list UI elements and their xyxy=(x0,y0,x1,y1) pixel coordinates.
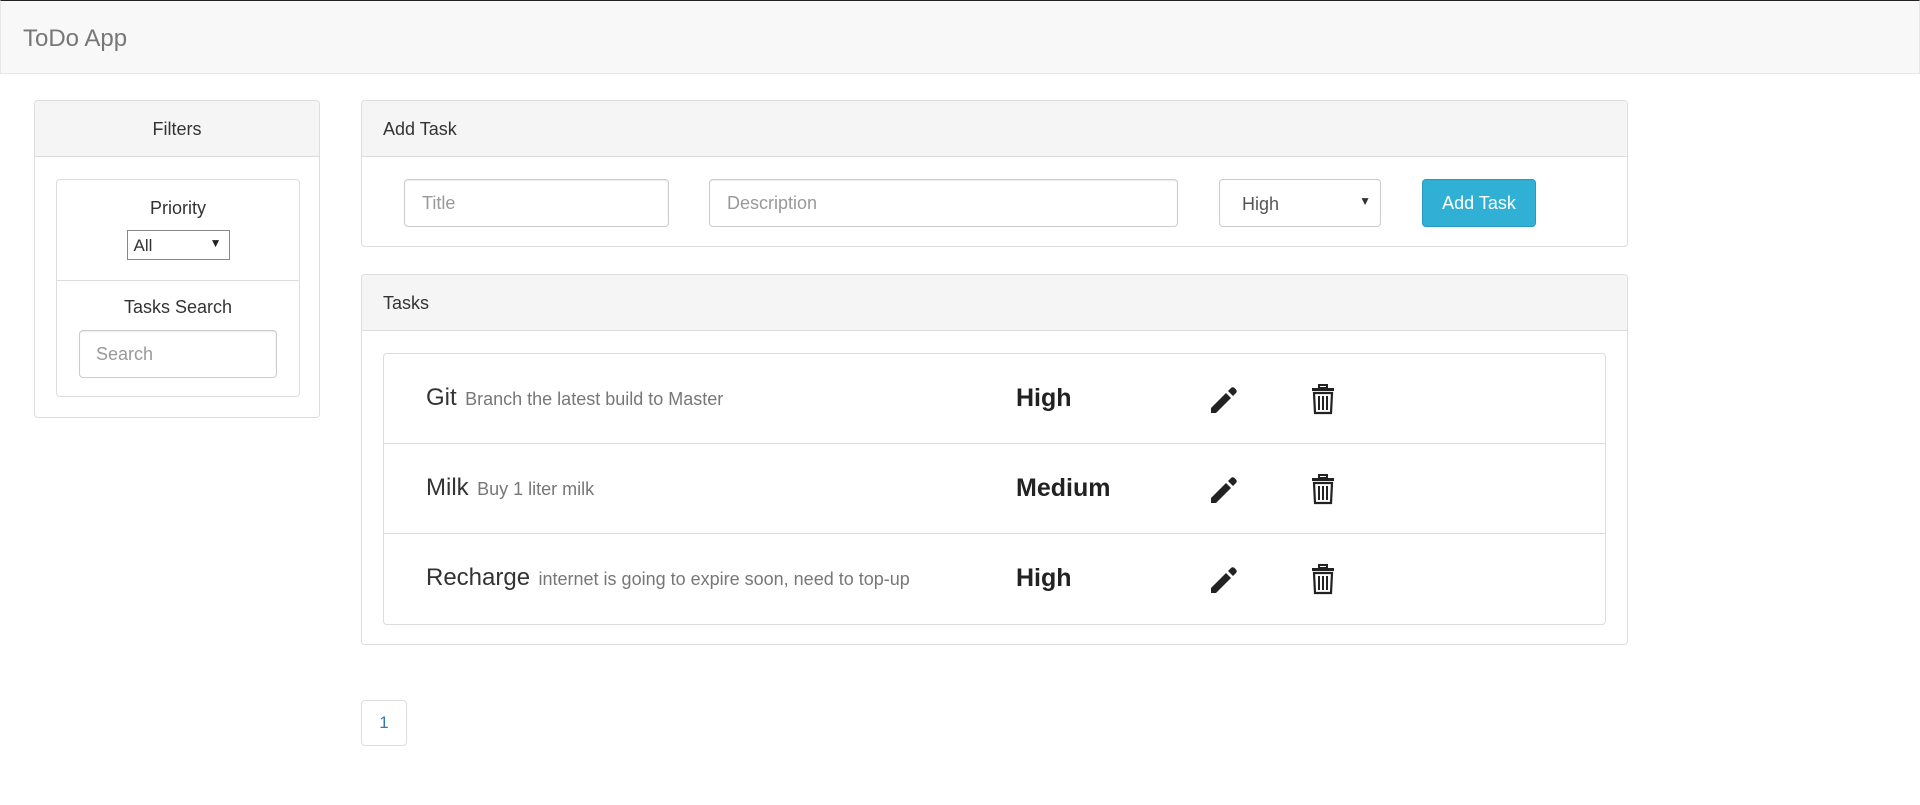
task-row: Milk Buy 1 liter milk Medium xyxy=(384,444,1605,534)
add-task-button[interactable]: Add Task xyxy=(1422,179,1536,227)
pencil-icon xyxy=(1211,567,1237,593)
pagination-page-1[interactable]: 1 xyxy=(361,700,407,746)
add-task-panel: Add Task High ▼ Add Task xyxy=(361,100,1628,247)
priority-label: Priority xyxy=(149,198,206,218)
chevron-down-icon: ▼ xyxy=(1359,194,1371,208)
task-text: Milk Buy 1 liter milk xyxy=(426,474,594,502)
search-filter: Tasks Search xyxy=(57,281,299,378)
priority-filter: Priority All ▼ xyxy=(57,180,299,281)
task-text: Git Branch the latest build to Master xyxy=(426,384,723,412)
edit-task-button[interactable] xyxy=(1208,472,1238,506)
tasks-search-label: Tasks Search xyxy=(123,297,233,317)
pencil-icon xyxy=(1211,477,1237,503)
task-list: Git Branch the latest build to Master Hi… xyxy=(383,353,1606,625)
task-priority: High xyxy=(1016,564,1072,592)
filters-body: Priority All ▼ Tasks Search xyxy=(56,179,300,397)
navbar: ToDo App xyxy=(0,0,1920,74)
priority-filter-select[interactable]: All ▼ xyxy=(126,230,230,260)
tasks-heading: Tasks xyxy=(362,275,1627,331)
task-title: Recharge xyxy=(426,564,531,591)
task-row: Git Branch the latest build to Master Hi… xyxy=(384,354,1605,444)
edit-task-button[interactable] xyxy=(1208,382,1238,416)
task-priority: High xyxy=(1016,384,1072,412)
priority-filter-value: All xyxy=(133,236,153,255)
delete-task-button[interactable] xyxy=(1308,472,1338,506)
description-input[interactable] xyxy=(709,179,1178,227)
delete-task-button[interactable] xyxy=(1308,382,1338,416)
trash-icon xyxy=(1312,564,1334,595)
trash-icon xyxy=(1312,474,1334,505)
tasks-panel: Tasks Git Branch the latest build to Mas… xyxy=(361,274,1628,645)
task-row: Recharge internet is going to expire soo… xyxy=(384,534,1605,624)
trash-icon xyxy=(1312,384,1334,415)
edit-task-button[interactable] xyxy=(1208,562,1238,596)
task-title: Milk xyxy=(426,474,469,501)
priority-select[interactable]: High ▼ xyxy=(1219,179,1381,227)
task-description: internet is going to expire soon, need t… xyxy=(538,569,910,589)
title-input[interactable] xyxy=(404,179,669,227)
task-description: Branch the latest build to Master xyxy=(465,389,724,409)
filters-panel: Filters Priority All ▼ Tasks Search xyxy=(34,100,320,418)
task-title: Git xyxy=(426,384,457,411)
filters-heading: Filters xyxy=(35,101,319,157)
priority-select-value: High xyxy=(1242,194,1280,214)
chevron-down-icon: ▼ xyxy=(209,236,222,250)
task-description: Buy 1 liter milk xyxy=(477,479,595,499)
task-text: Recharge internet is going to expire soo… xyxy=(426,564,910,592)
task-priority: Medium xyxy=(1016,474,1111,502)
search-input[interactable] xyxy=(79,330,277,378)
pencil-icon xyxy=(1211,387,1237,413)
add-task-heading: Add Task xyxy=(362,101,1627,157)
app-brand[interactable]: ToDo App xyxy=(23,25,127,53)
delete-task-button[interactable] xyxy=(1308,562,1338,596)
